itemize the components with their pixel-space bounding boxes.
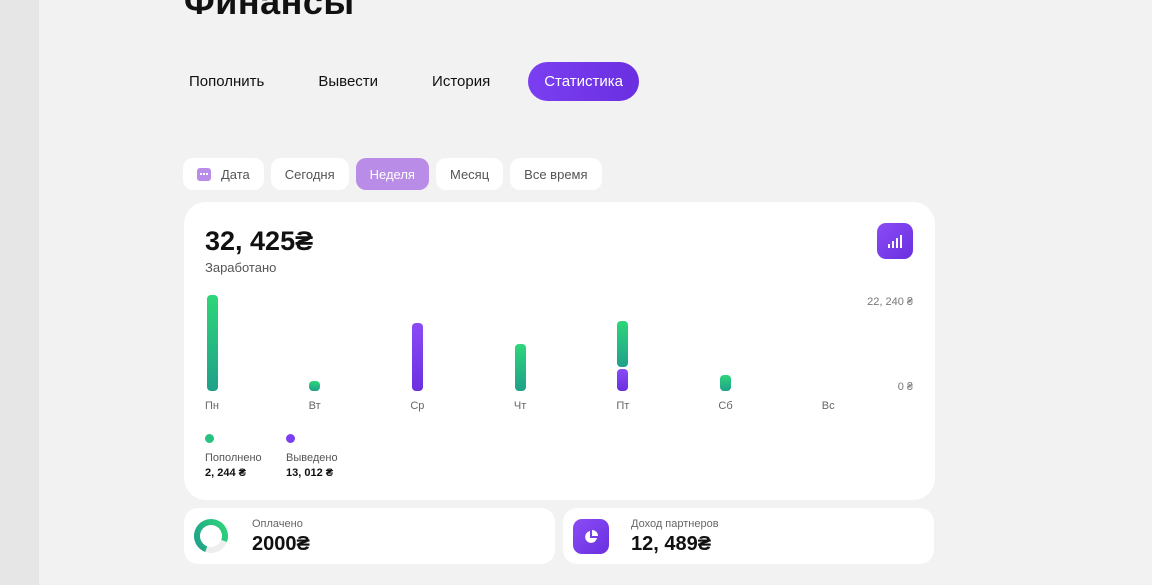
page-title: Финансы (184, 0, 355, 22)
tab-deposit[interactable]: Пополнить (173, 62, 280, 101)
pie-chart-button[interactable] (573, 519, 609, 554)
bar-deposited (206, 295, 218, 391)
tab-statistics[interactable]: Статистика (528, 62, 639, 101)
x-tick-label: Чт (513, 400, 527, 412)
tab-history[interactable]: История (416, 62, 506, 101)
partners-income-value: 12, 489₴ (631, 533, 712, 555)
filter-date-label: Дата (221, 166, 250, 182)
paid-value: 2000₴ (252, 533, 310, 555)
x-tick-label: Пт (616, 400, 630, 412)
bar-chart-icon-bar (892, 241, 894, 248)
bar-deposited (617, 321, 629, 368)
period-filters: Дата Сегодня Неделя Месяц Все время (183, 158, 609, 190)
bar-withdrawn (617, 369, 629, 391)
donut-progress-icon (194, 519, 228, 553)
bar-chart-icon-bar (896, 238, 898, 248)
legend-value-deposited: 2, 244 ₴ (205, 467, 246, 479)
tab-withdraw[interactable]: Вывести (302, 62, 394, 101)
filter-all-time[interactable]: Все время (510, 158, 602, 190)
filter-month[interactable]: Месяц (435, 158, 504, 190)
filter-week[interactable]: Неделя (355, 158, 429, 190)
bar-deposited (720, 375, 731, 391)
calendar-icon (197, 167, 211, 181)
y-tick-zero: 0 ₴ (897, 381, 913, 393)
filter-date[interactable]: Дата (183, 158, 264, 190)
sidebar (0, 0, 39, 585)
total-earned: 32, 425₴ (205, 226, 314, 256)
tab-bar: Пополнить Вывести История Статистика (173, 62, 661, 101)
total-earned-label: Заработано (205, 260, 277, 275)
legend-dot-withdrawn (286, 434, 295, 443)
partners-income-label: Доход партнеров (631, 518, 719, 530)
bar-withdrawn (411, 323, 423, 391)
x-tick-label: Ср (410, 400, 425, 412)
x-tick-label: Пн (205, 400, 219, 412)
bar-chart-icon-bar (900, 235, 902, 248)
x-tick-label: Сб (718, 400, 733, 412)
legend-label-deposited: Пополнено (205, 452, 262, 464)
legend-withdrawn: Выведено 13, 012 ₴ (286, 434, 338, 481)
pie-chart-icon (585, 529, 598, 543)
partners-income-card: Доход партнеров 12, 489₴ (563, 508, 934, 564)
legend-value-withdrawn: 13, 012 ₴ (286, 467, 334, 479)
bar-chart-icon (888, 244, 890, 248)
bar-deposited (309, 380, 321, 391)
legend-deposited: Пополнено 2, 244 ₴ (205, 434, 262, 481)
bar-deposited (514, 344, 526, 391)
x-tick-label: Вс (821, 400, 835, 412)
filter-today[interactable]: Сегодня (270, 158, 349, 190)
legend-dot-deposited (205, 434, 214, 443)
paid-label: Оплачено (252, 518, 303, 530)
chart-toggle-button[interactable] (877, 223, 913, 259)
legend-label-withdrawn: Выведено (286, 452, 338, 464)
y-tick-max: 22, 240 ₴ (867, 296, 913, 308)
earnings-card: 32, 425₴ Заработано 22, 240 ₴ 0 ₴ Пн Вт Ср… (184, 202, 935, 500)
paid-card: Оплачено 2000₴ (184, 508, 555, 564)
x-tick-label: Вт (308, 400, 321, 412)
